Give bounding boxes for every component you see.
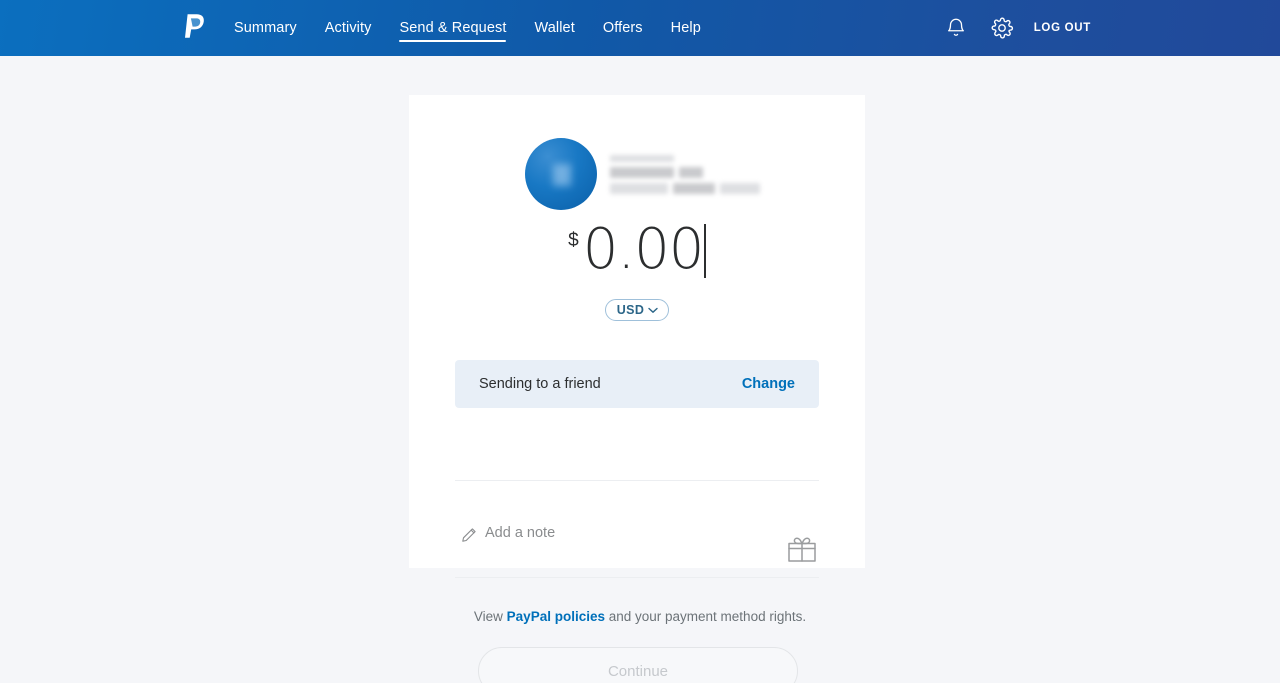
nav-help[interactable]: Help [671,0,701,56]
global-header: Summary Activity Send & Request Wallet O… [0,0,1280,56]
policies-suffix: and your payment method rights. [604,609,807,624]
paypal-logo[interactable] [182,8,210,48]
gift-icon[interactable] [785,534,819,564]
nav-wallet-label: Wallet [534,20,575,36]
pencil-icon [461,527,477,543]
primary-navigation: Summary Activity Send & Request Wallet O… [234,0,701,56]
paypal-policies-link[interactable]: PayPal policies [507,609,605,624]
text-caret [704,224,706,278]
currency-selector[interactable]: USD [604,299,670,321]
nav-offers-label: Offers [602,20,643,36]
amount-value: 0.00 [582,217,705,282]
chevron-down-icon [648,307,658,313]
bell-icon[interactable] [942,14,970,42]
nav-send-request[interactable]: Send & Request [399,0,507,56]
redacted-line-3 [610,182,760,194]
nav-wallet[interactable]: Wallet [534,0,574,56]
currency-symbol: $ [568,230,579,251]
nav-summary[interactable]: Summary [234,0,297,56]
policies-prefix: View [473,609,507,624]
page-body: $ 0.00 USD Sending to a friend Change Ad… [0,56,1280,683]
recipient-block [525,138,760,210]
note-input[interactable]: Add a note [485,525,555,541]
nav-help-label: Help [670,20,701,36]
payment-type-label: Sending to a friend [479,376,601,392]
recipient-name-redacted [610,154,760,194]
note-row: Add a note [455,501,819,571]
nav-offers[interactable]: Offers [603,0,643,56]
policies-text: View PayPal policies and your payment me… [0,609,1280,624]
logout-button[interactable]: LOG OUT [1034,22,1091,34]
avatar [525,138,597,210]
send-money-card: $ 0.00 USD Sending to a friend Change Ad… [409,95,865,578]
currency-selector-row: USD [409,299,865,321]
divider-top [455,480,819,481]
change-payment-type-button[interactable]: Change [742,376,795,392]
avatar-photo-blur [553,164,571,186]
nav-activity-label: Activity [324,20,372,36]
continue-button[interactable]: Continue [478,647,798,683]
redacted-line-2 [610,166,760,178]
payment-type-bar: Sending to a friend Change [455,360,819,408]
redacted-line-1 [610,154,760,162]
header-actions: LOG OUT [942,0,1280,56]
nav-activity[interactable]: Activity [325,0,372,56]
nav-summary-label: Summary [234,20,297,36]
gear-icon[interactable] [988,14,1016,42]
amount-input[interactable]: $ 0.00 [409,221,865,287]
nav-send-request-label: Send & Request [399,20,507,36]
divider-bottom [455,577,819,578]
currency-code-label: USD [616,303,645,317]
